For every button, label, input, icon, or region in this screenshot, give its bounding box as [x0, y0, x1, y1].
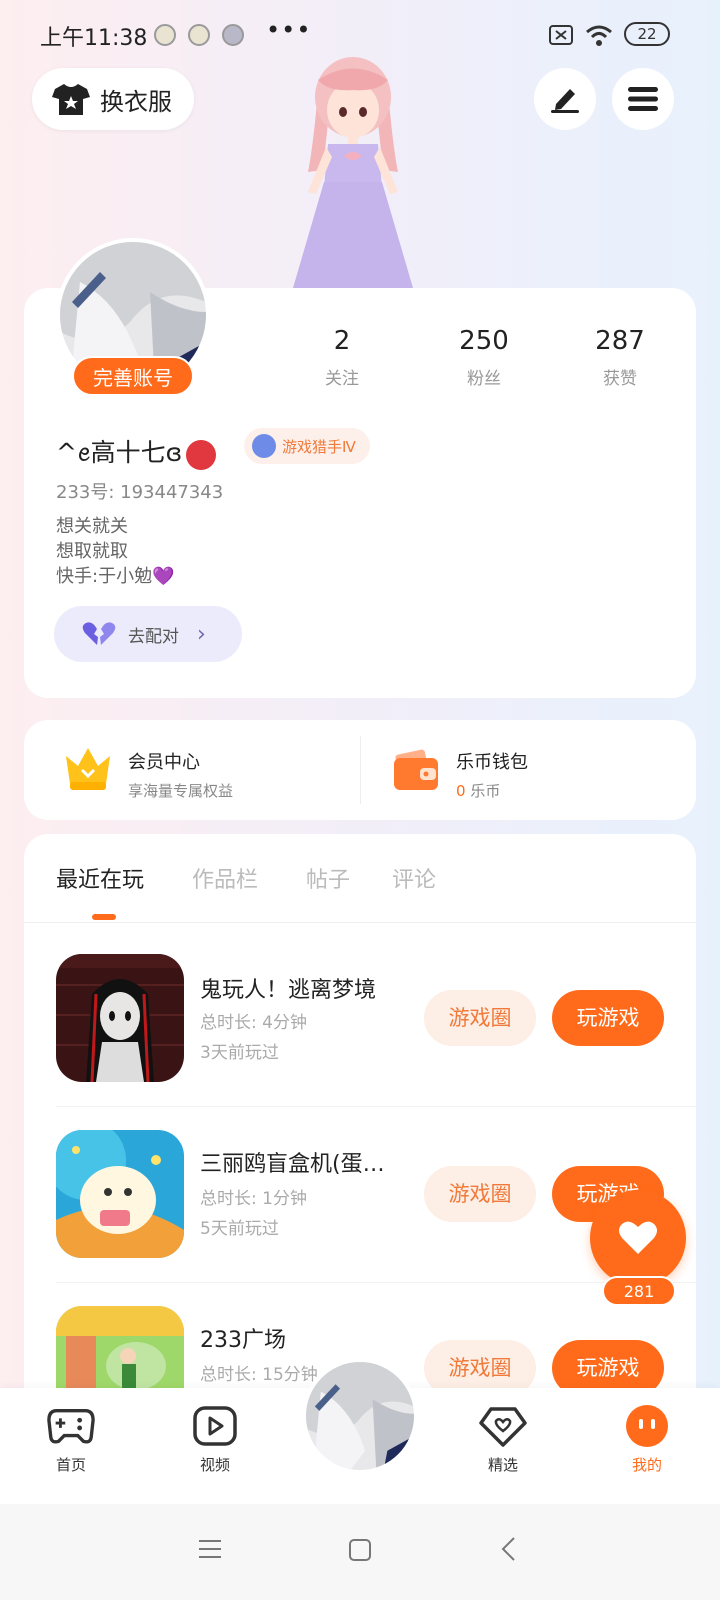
broken-heart-icon — [82, 622, 116, 645]
stat-following-value: 2 — [333, 326, 351, 356]
avatar-image — [306, 1362, 414, 1470]
stat-likes[interactable]: 287 获赞 — [560, 326, 680, 389]
stat-followers-label: 粉丝 — [467, 369, 501, 389]
tab-indicator — [92, 914, 116, 920]
member-center-entry[interactable] — [62, 744, 114, 796]
stat-likes-value: 287 — [595, 326, 645, 356]
tab-recently-played[interactable]: 最近在玩 — [56, 862, 144, 894]
center-avatar-button[interactable] — [302, 1358, 418, 1474]
heart-box-icon — [479, 1407, 527, 1447]
tab-posts[interactable]: 帖子 — [306, 862, 350, 894]
match-label: 去配对 — [128, 626, 179, 647]
wallet-text[interactable]: 乐币钱包 0 乐币 — [456, 748, 528, 801]
status-time: 上午11:38 — [40, 26, 148, 51]
play-game-button[interactable]: 玩游戏 — [552, 990, 664, 1046]
gamepad-icon — [47, 1408, 95, 1444]
game-icon[interactable] — [56, 1306, 184, 1388]
stat-following-label: 关注 — [325, 369, 359, 389]
crown-icon — [66, 748, 110, 790]
member-center-subtitle: 享海量专属权益 — [128, 782, 234, 800]
game-circle-button[interactable]: 游戏圈 — [424, 1166, 536, 1222]
bio: 想关就关 想取就取 快手:于小勉💜 — [56, 514, 174, 589]
tab-comments[interactable]: 评论 — [392, 862, 436, 894]
game-duration: 总时长: 15分钟 — [200, 1365, 318, 1385]
battery-indicator: 22 — [624, 22, 670, 46]
stat-following[interactable]: 2 关注 — [282, 326, 402, 389]
like-count: 281 — [602, 1276, 676, 1306]
nav-home[interactable]: 首页 — [16, 1404, 126, 1475]
wallet-icon — [394, 749, 438, 790]
nav-video-label: 视频 — [199, 1456, 230, 1474]
account-id: 233号: 193447343 — [56, 482, 224, 503]
stat-followers-value: 250 — [459, 326, 509, 356]
nav-mine[interactable]: 我的 — [592, 1404, 702, 1475]
tshirt-icon — [52, 84, 90, 115]
nav-home-label: 首页 — [55, 1456, 86, 1474]
angry-emoji-icon — [186, 439, 217, 470]
menu-button[interactable] — [612, 68, 674, 130]
stat-likes-label: 获赞 — [603, 369, 637, 389]
chevron-right-icon: › — [197, 621, 206, 647]
complete-account-button[interactable]: 完善账号 — [72, 356, 194, 396]
hunter-badge-icon — [252, 434, 276, 458]
back-icon[interactable] — [500, 1536, 516, 1562]
heart-icon — [619, 1221, 657, 1254]
stat-followers[interactable]: 250 粉丝 — [424, 326, 544, 389]
tab-works[interactable]: 作品栏 — [192, 862, 258, 894]
notification-icon — [222, 24, 244, 46]
username: ^ꫀ高十七ɞ — [56, 428, 217, 481]
sim-off-icon — [549, 25, 573, 45]
game-title: 233广场 — [200, 1328, 286, 1353]
bio-line: 快手:于小勉💜 — [56, 566, 175, 587]
sanrio-game-icon — [56, 1130, 184, 1258]
status-more-icon: ••• — [266, 16, 312, 44]
nav-video[interactable]: 视频 — [160, 1404, 270, 1475]
member-center-text[interactable]: 会员中心 享海量专属权益 — [128, 748, 233, 801]
game-circle-button[interactable]: 游戏圈 — [424, 990, 536, 1046]
ghost-game-icon — [56, 954, 184, 1082]
wallet-unit: 乐币 — [470, 782, 501, 800]
wallet-balance: 0 乐币 — [456, 780, 528, 801]
recent-apps-icon[interactable] — [198, 1538, 222, 1560]
change-outfit-label: 换衣服 — [100, 87, 172, 116]
wallet-entry[interactable] — [392, 746, 440, 796]
game-duration: 总时长: 1分钟 — [200, 1189, 307, 1209]
bio-line: 想关就关 — [56, 516, 128, 537]
game-last-played: 5天前玩过 — [200, 1219, 279, 1239]
match-button[interactable]: 去配对 › — [54, 606, 242, 662]
username-text: ^ꫀ高十七ɞ — [56, 438, 183, 467]
pen-icon — [551, 89, 579, 113]
game-last-played: 3天前玩过 — [200, 1043, 279, 1063]
face-icon — [626, 1405, 668, 1447]
change-outfit-button[interactable]: 换衣服 — [32, 68, 194, 130]
member-center-title: 会员中心 — [128, 752, 200, 773]
hamburger-menu-icon — [628, 87, 658, 111]
home-system-icon[interactable] — [348, 1538, 372, 1562]
game-duration: 总时长: 4分钟 — [200, 1013, 307, 1033]
edit-profile-button[interactable] — [534, 68, 596, 130]
nav-mine-label: 我的 — [631, 1456, 662, 1474]
nav-featured[interactable]: 精选 — [448, 1404, 558, 1475]
game-title: 三丽鸥盲盒机(蛋… — [200, 1152, 385, 1177]
divider — [56, 1282, 696, 1283]
play-video-icon — [193, 1406, 237, 1446]
notification-icon — [154, 24, 176, 46]
bio-line: 想取就取 — [56, 541, 128, 562]
wallet-amount: 0 — [456, 782, 466, 800]
avatar-character-illustration[interactable] — [278, 52, 428, 288]
divider — [24, 922, 696, 923]
game-icon[interactable] — [56, 1130, 184, 1258]
notification-icon — [188, 24, 210, 46]
wifi-icon — [586, 25, 612, 46]
plaza-game-icon — [56, 1306, 184, 1388]
game-title: 鬼玩人！逃离梦境 — [200, 978, 377, 1003]
divider — [56, 1106, 696, 1107]
level-badge-label: 游戏猎手Ⅳ — [282, 437, 356, 456]
game-icon[interactable] — [56, 954, 184, 1082]
like-fab-button[interactable] — [590, 1190, 686, 1286]
divider — [360, 736, 361, 804]
nav-featured-label: 精选 — [487, 1456, 518, 1474]
level-badge[interactable]: 游戏猎手Ⅳ — [244, 428, 370, 464]
wallet-title: 乐币钱包 — [456, 752, 528, 773]
